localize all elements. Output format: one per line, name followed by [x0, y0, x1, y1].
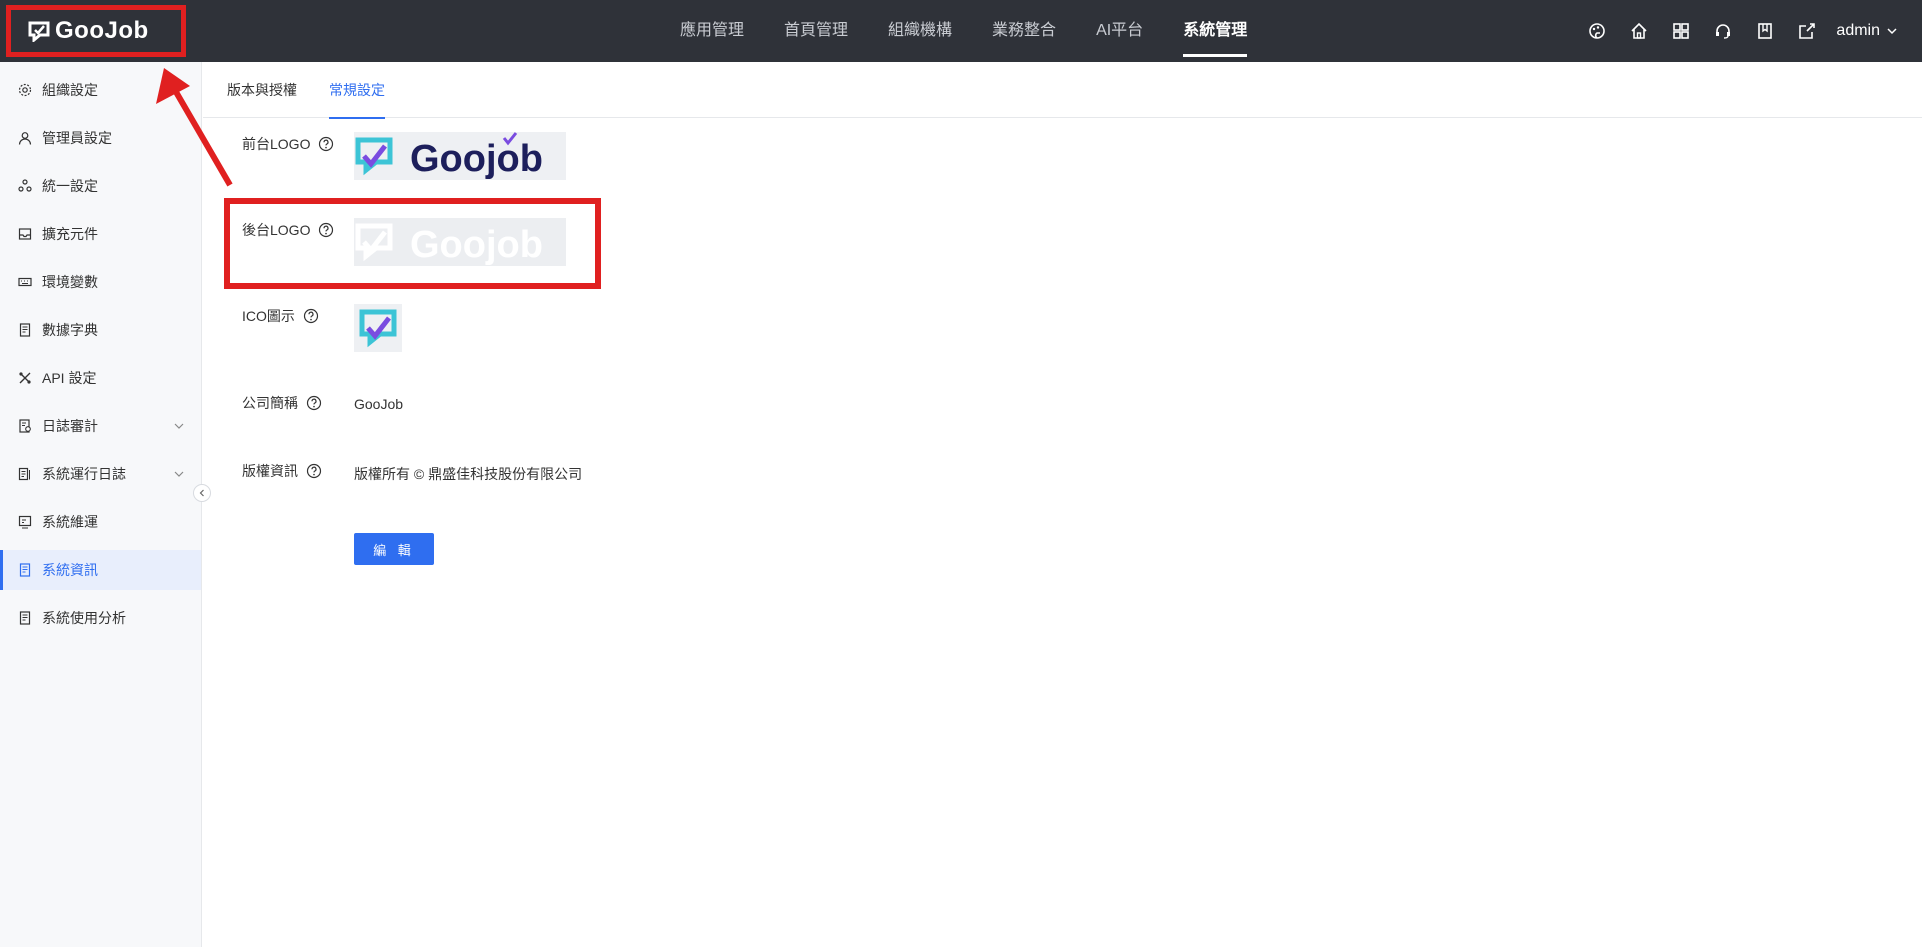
content-tabs: 版本與授權 常規設定	[203, 62, 1922, 119]
sidebar-item-label: 日誌審計	[42, 418, 98, 434]
sidebar-item-label: 擴充元件	[42, 226, 98, 242]
book-icon[interactable]	[1754, 20, 1776, 42]
edit-button[interactable]: 編 輯	[354, 533, 434, 565]
help-icon[interactable]	[318, 136, 334, 152]
front-logo-row: 前台LOGO	[242, 134, 334, 154]
help-icon[interactable]	[306, 463, 322, 479]
front-logo-text: Goojob	[410, 138, 543, 180]
ico-label: ICO圖示	[242, 308, 295, 324]
sidebar-item-system-maintenance[interactable]: 系統維運	[0, 502, 201, 542]
keyboard-icon	[18, 275, 32, 289]
palette-icon[interactable]	[1586, 20, 1608, 42]
goojob-logo-icon: Goojob	[355, 132, 543, 180]
company-label: 公司簡稱	[242, 395, 298, 411]
gear-icon	[18, 83, 32, 97]
chevron-down-icon	[174, 423, 184, 429]
user-icon	[18, 131, 32, 145]
sidebar-item-usage-analysis[interactable]: 系統使用分析	[0, 598, 201, 638]
sidebar-item-api-settings[interactable]: API 設定	[0, 358, 201, 398]
user-name: admin	[1836, 22, 1880, 39]
goojob-favicon-icon	[359, 309, 397, 348]
nav-app-management[interactable]: 應用管理	[660, 0, 764, 62]
inbox-icon	[18, 227, 32, 241]
top-nav: 應用管理 首頁管理 組織機構 業務整合 AI平台 系統管理	[660, 0, 1267, 62]
home-icon[interactable]	[1628, 20, 1650, 42]
ico-image[interactable]	[354, 304, 402, 352]
company-row: 公司簡稱	[242, 393, 322, 413]
nav-system-management[interactable]: 系統管理	[1163, 0, 1267, 62]
company-value: GooJob	[354, 396, 404, 412]
sidebar-item-label: 環境變數	[42, 274, 98, 290]
sidebar-item-label: 組織設定	[42, 82, 98, 98]
sidebar-item-environment-variables[interactable]: 環境變數	[0, 262, 201, 302]
header-actions: admin	[1576, 0, 1898, 62]
sidebar-item-label: 系統使用分析	[42, 610, 126, 626]
annotation-highlight-back-logo	[224, 198, 601, 289]
sidebar-item-label: 系統維運	[42, 514, 98, 530]
sidebar-item-label: 系統運行日誌	[42, 466, 126, 482]
chevron-down-icon	[1887, 28, 1897, 35]
nav-organization[interactable]: 組織機構	[868, 0, 972, 62]
help-icon[interactable]	[306, 395, 322, 411]
info-doc-icon	[18, 563, 32, 577]
tab-general-settings[interactable]: 常規設定	[329, 62, 385, 119]
nav-ai-platform[interactable]: AI平台	[1076, 0, 1163, 62]
analysis-icon	[18, 611, 32, 625]
sidebar-item-label: API 設定	[42, 370, 97, 386]
nav-home-management[interactable]: 首頁管理	[764, 0, 868, 62]
copyright-label: 版權資訊	[242, 463, 298, 479]
sidebar-item-audit-log[interactable]: 日誌審計	[0, 406, 201, 446]
sidebar-item-extensions[interactable]: 擴充元件	[0, 214, 201, 254]
sidebar-item-label: 管理員設定	[42, 130, 112, 146]
sidebar-item-system-info[interactable]: 系統資訊	[0, 550, 201, 590]
sidebar-collapse-button[interactable]	[193, 484, 211, 502]
ico-row: ICO圖示	[242, 306, 319, 326]
tab-version-license[interactable]: 版本與授權	[227, 62, 297, 118]
tools-icon	[18, 371, 32, 385]
front-logo-image[interactable]: Goojob	[354, 132, 566, 180]
sidebar-item-system-run-log[interactable]: 系統運行日誌	[0, 454, 201, 494]
sidebar-item-label: 統一設定	[42, 178, 98, 194]
chevron-down-icon	[174, 471, 184, 477]
sidebar-item-label: 數據字典	[42, 322, 98, 338]
apps-grid-icon[interactable]	[1670, 20, 1692, 42]
help-icon[interactable]	[303, 308, 319, 324]
chevron-left-icon	[199, 489, 204, 497]
sidebar-item-label: 系統資訊	[42, 562, 98, 578]
annotation-highlight-brand	[6, 5, 186, 57]
user-menu[interactable]: admin	[1836, 22, 1898, 40]
maintenance-icon	[18, 515, 32, 529]
sidebar: 組織設定 管理員設定 統一設定 擴充元件 環境變數 數據字典 API 設定 日誌…	[0, 62, 202, 947]
top-header: GooJob 應用管理 首頁管理 組織機構 業務整合 AI平台 系統管理 adm…	[0, 0, 1922, 62]
copyright-value: 版權所有 © 鼎盛佳科技股份有限公司	[354, 466, 583, 482]
export-icon[interactable]	[1796, 20, 1818, 42]
nav-business-integration[interactable]: 業務整合	[972, 0, 1076, 62]
document-icon	[18, 323, 32, 337]
sidebar-item-data-dictionary[interactable]: 數據字典	[0, 310, 201, 350]
front-logo-label: 前台LOGO	[242, 136, 311, 152]
audit-icon	[18, 419, 32, 433]
copyright-row: 版權資訊	[242, 461, 322, 481]
log-icon	[18, 467, 32, 481]
cluster-icon	[18, 179, 32, 193]
headset-icon[interactable]	[1712, 20, 1734, 42]
